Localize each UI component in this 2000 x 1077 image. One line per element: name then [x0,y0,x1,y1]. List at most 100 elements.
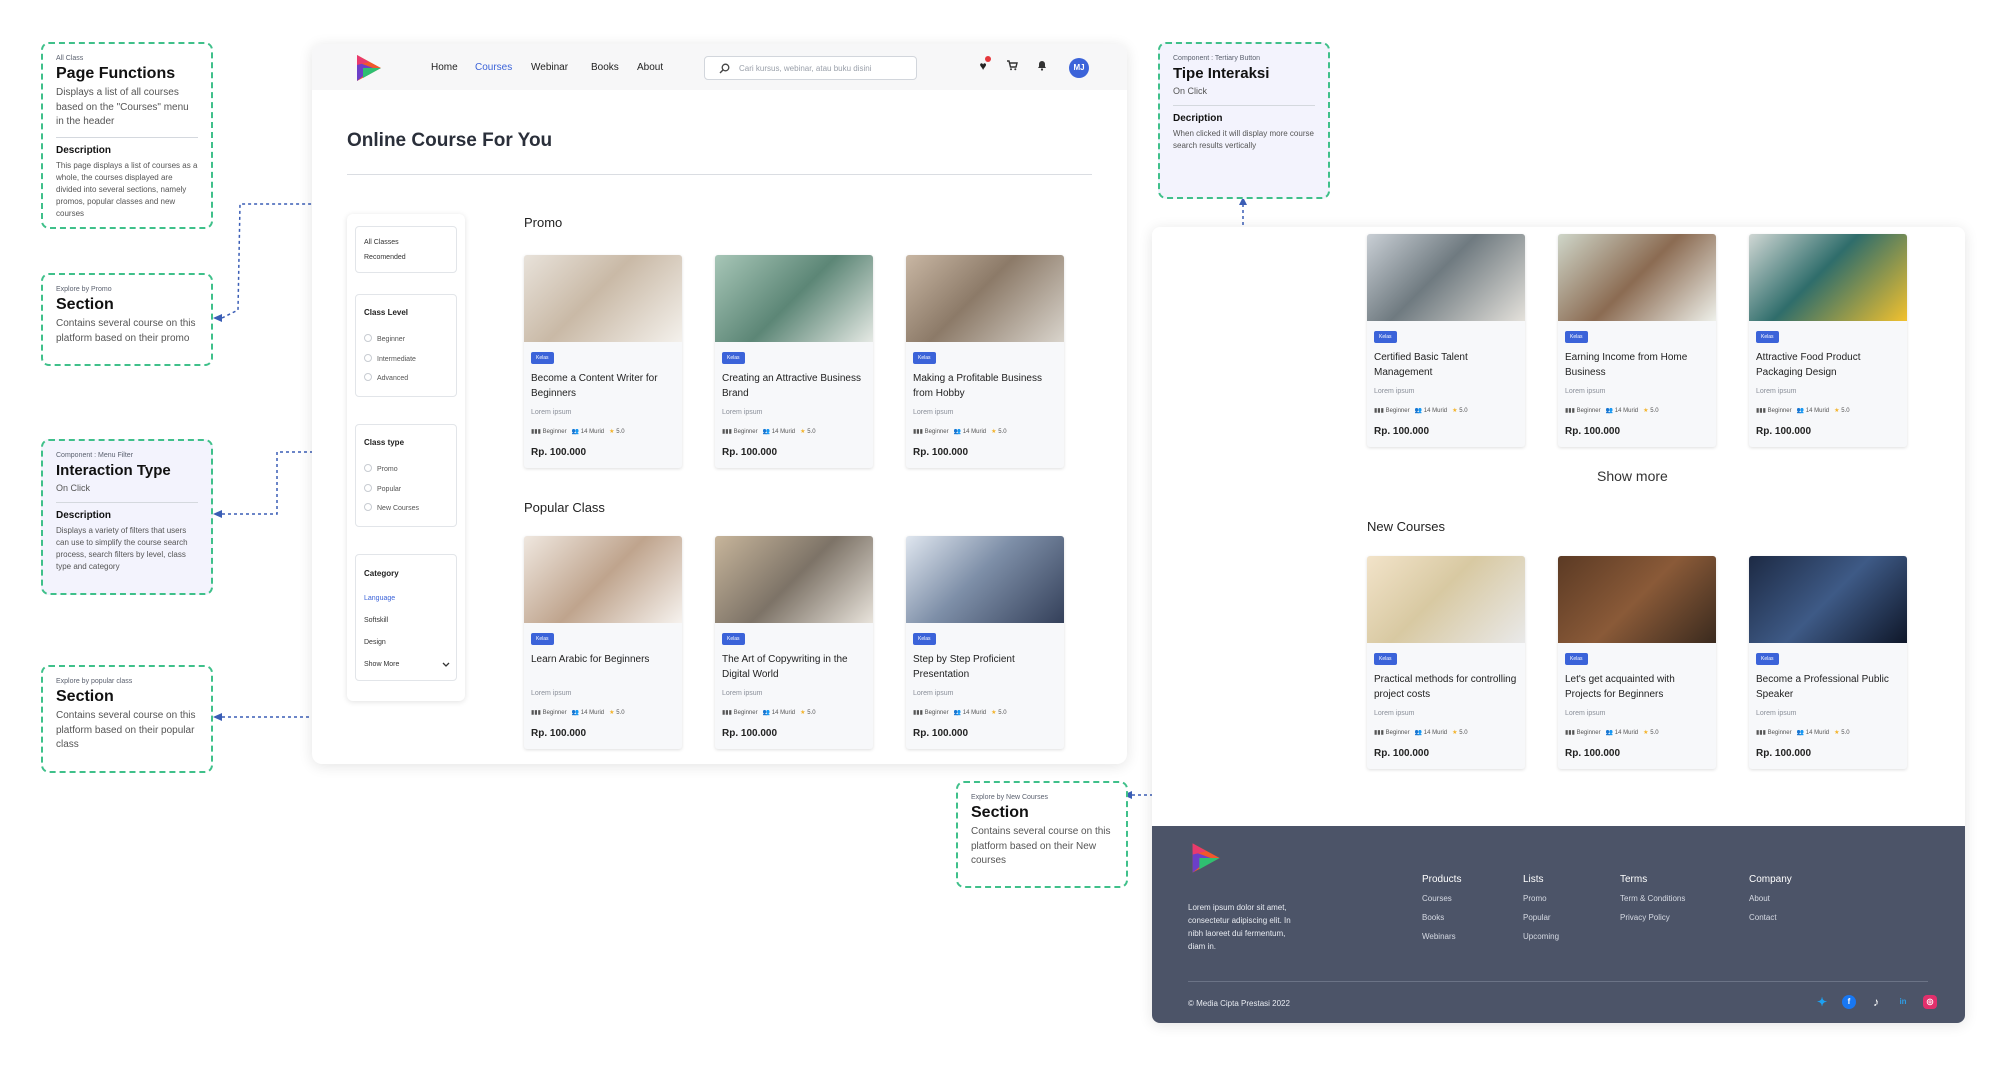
course-students: 14 Murid [580,429,605,435]
footer-link[interactable]: Promo [1523,894,1547,903]
course-meta: ▮▮▮ Beginner 👥 14 Murid ★ 5.0 [722,709,872,716]
footer-brand-logo[interactable] [1188,840,1222,876]
course-card[interactable]: Kelas Creating an Attractive Business Bra… [715,255,873,468]
category-language[interactable]: Language [364,595,395,602]
course-thumbnail[interactable] [1558,234,1716,321]
filter-all-classes[interactable]: All Classes [364,239,399,246]
course-card[interactable]: Kelas Let's get acquainted with Projects … [1558,556,1716,769]
course-title[interactable]: Let's get acquainted with Projects for B… [1565,672,1711,702]
course-thumbnail[interactable] [1558,556,1716,643]
course-title[interactable]: Certified Basic Talent Management [1374,350,1520,380]
course-description: Lorem ipsum [1374,710,1415,717]
notification-bell-icon[interactable] [1035,59,1049,73]
footer-link[interactable]: About [1749,894,1770,903]
footer-link[interactable]: Books [1422,913,1444,922]
courses-page-continued-mock: New Courses Kelas Certified Basic Talent … [1152,227,1965,1023]
annotation-title: Section [971,804,1029,821]
level-bars-icon: ▮▮▮ [913,429,923,435]
star-icon: ★ [800,710,806,716]
course-thumbnail[interactable] [1749,234,1907,321]
course-card[interactable]: Kelas Practical methods for controlling p… [1367,556,1525,769]
course-title[interactable]: Learn Arabic for Beginners [531,652,677,667]
students-icon: 👥 [1605,408,1614,414]
footer-link[interactable]: Privacy Policy [1620,913,1670,922]
footer-link[interactable]: Contact [1749,913,1777,922]
course-card[interactable]: Kelas Become a Content Writer for Beginne… [524,255,682,468]
avatar[interactable]: MJ [1069,58,1089,78]
students-icon: 👥 [1796,730,1805,736]
nav-home[interactable]: Home [431,62,458,73]
cart-icon[interactable] [1005,59,1019,73]
footer-link[interactable]: Popular [1523,913,1551,922]
annotation-title: Page Functions [56,65,176,82]
filter-option-beginner[interactable]: Beginner [364,334,405,343]
divider [56,136,198,138]
footer-link[interactable]: Upcoming [1523,932,1559,941]
course-thumbnail[interactable] [715,536,873,623]
wishlist-heart-icon[interactable]: ♥ [976,56,991,73]
footer-link[interactable]: Courses [1422,894,1452,903]
nav-webinar[interactable]: Webinar [531,62,568,73]
category-design[interactable]: Design [364,639,386,646]
annotation-interaction-type: Component : Menu Filter Interaction Type… [41,439,213,595]
facebook-icon[interactable]: f [1842,995,1856,1009]
course-thumbnail[interactable] [524,255,682,342]
page-title: Online Course For You [347,130,553,151]
course-card[interactable]: Kelas Certified Basic Talent Management Lo… [1367,234,1525,447]
course-thumbnail[interactable] [906,536,1064,623]
course-card[interactable]: Kelas Making a Profitable Business from H… [906,255,1064,468]
filter-recommended[interactable]: Recomended [364,254,406,261]
course-title[interactable]: Practical methods for controlling projec… [1374,672,1520,702]
course-card[interactable]: Kelas Step by Step Proficient Presentatio… [906,536,1064,749]
course-title[interactable]: Become a Professional Public Speaker [1756,672,1902,702]
footer-link[interactable]: Webinars [1422,932,1456,941]
twitter-icon[interactable]: ✦ [1815,995,1829,1009]
filter-option-popular[interactable]: Popular [364,484,401,493]
course-thumbnail[interactable] [906,255,1064,342]
filter-option-intermediate[interactable]: Intermediate [364,354,416,363]
annotation-subtitle: Contains several course on this platform… [971,826,1111,866]
course-title[interactable]: Attractive Food Product Packaging Design [1756,350,1902,380]
course-thumbnail[interactable] [1749,556,1907,643]
divider [347,174,1092,175]
filter-option-new-courses[interactable]: New Courses [364,503,419,512]
nav-books[interactable]: Books [591,62,619,73]
course-title[interactable]: The Art of Copywriting in the Digital Wo… [722,652,868,682]
course-title[interactable]: Creating an Attractive Business Brand [722,371,868,401]
linkedin-icon[interactable]: in [1896,995,1910,1009]
level-bars-icon: ▮▮▮ [531,710,541,716]
course-title[interactable]: Earning Income from Home Business [1565,350,1711,380]
course-rating: 5.0 [807,429,816,435]
search-input[interactable]: Cari kursus, webinar, atau buku disini [704,56,917,80]
category-show-more[interactable]: Show More [364,661,399,668]
course-card[interactable]: Kelas Earning Income from Home Business Lo… [1558,234,1716,447]
filter-option-label: Promo [377,466,398,473]
course-thumbnail[interactable] [715,255,873,342]
annotation-title: Section [56,296,114,313]
course-meta: ▮▮▮ Beginner 👥 14 Murid ★ 5.0 [1374,729,1524,736]
footer-link[interactable]: Term & Conditions [1620,894,1685,903]
course-card[interactable]: Kelas Become a Professional Public Speake… [1749,556,1907,769]
category-softskill[interactable]: Softskill [364,617,388,624]
course-title[interactable]: Making a Profitable Business from Hobby [913,371,1059,401]
course-students: 14 Murid [771,429,796,435]
tiktok-icon[interactable]: ♪ [1869,995,1883,1009]
course-title[interactable]: Step by Step Proficient Presentation [913,652,1059,682]
filter-option-promo[interactable]: Promo [364,464,398,473]
nav-courses[interactable]: Courses [475,62,512,73]
course-thumbnail[interactable] [524,536,682,623]
annotation-desc: Displays a variety of filters that users… [56,526,188,572]
course-thumbnail[interactable] [1367,556,1525,643]
instagram-icon[interactable]: ◎ [1923,995,1937,1009]
class-badge: Kelas [1565,331,1588,343]
course-card[interactable]: Kelas The Art of Copywriting in the Digit… [715,536,873,749]
nav-about[interactable]: About [637,62,663,73]
course-card[interactable]: Kelas Attractive Food Product Packaging D… [1749,234,1907,447]
course-title[interactable]: Become a Content Writer for Beginners [531,371,677,401]
chevron-down-icon[interactable] [442,662,450,668]
filter-option-advanced[interactable]: Advanced [364,373,408,382]
course-thumbnail[interactable] [1367,234,1525,321]
course-card[interactable]: Kelas Learn Arabic for Beginners Lorem ips… [524,536,682,749]
show-more-button[interactable]: Show more [1597,468,1668,484]
brand-logo[interactable] [353,52,383,84]
